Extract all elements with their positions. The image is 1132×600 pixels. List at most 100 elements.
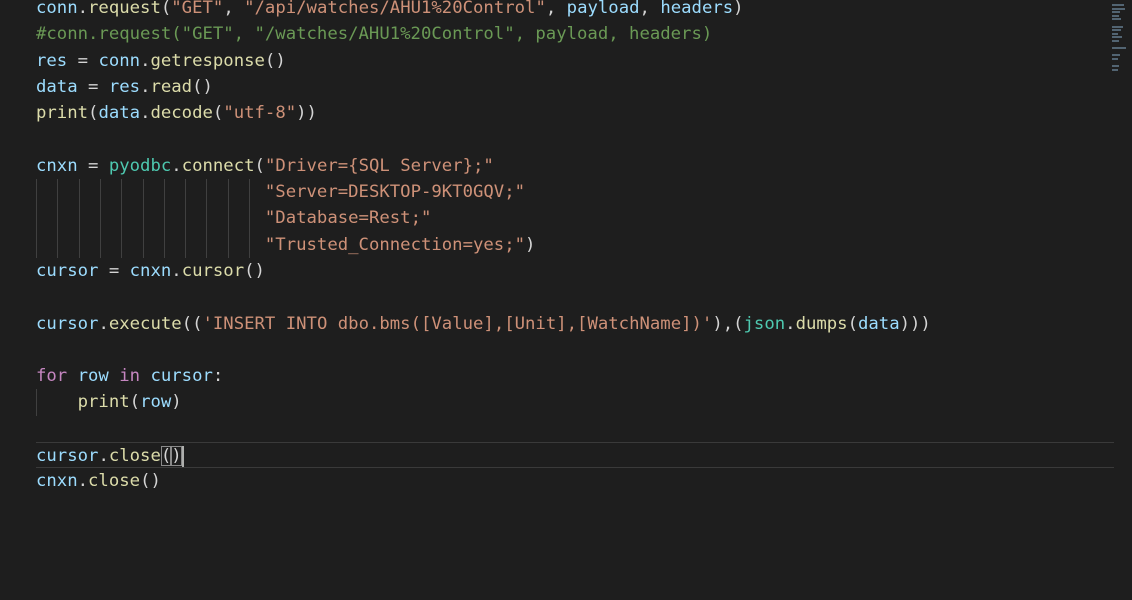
minimap-line bbox=[1112, 68, 1118, 71]
indent-guide bbox=[206, 231, 208, 258]
code-token: , bbox=[223, 0, 245, 18]
code-token: in bbox=[119, 366, 141, 387]
indent-guide bbox=[57, 205, 59, 232]
code-token: () bbox=[140, 471, 161, 492]
code-line[interactable] bbox=[36, 337, 1112, 363]
code-token: conn bbox=[98, 50, 141, 71]
code-line[interactable]: #conn.request("GET", "/watches/AHU1%20Co… bbox=[36, 21, 1112, 47]
code-token: request bbox=[88, 0, 161, 18]
code-area[interactable]: conn.request("GET", "/api/watches/AHU1%2… bbox=[36, 0, 1114, 495]
code-token: payload bbox=[566, 0, 640, 18]
indent-guide bbox=[249, 179, 250, 206]
indent-guide bbox=[249, 205, 250, 232]
code-token: ( bbox=[254, 155, 265, 176]
code-token: : bbox=[212, 366, 224, 387]
code-token: ( bbox=[160, 446, 172, 467]
code-token: row bbox=[140, 392, 172, 413]
code-token: , bbox=[639, 0, 661, 18]
indent-guide bbox=[78, 231, 80, 258]
indent-guide bbox=[227, 179, 229, 206]
minimap-line bbox=[1112, 18, 1121, 21]
code-line[interactable]: cursor = cnxn.cursor() bbox=[36, 258, 1112, 284]
code-token: "Driver={SQL Server};" bbox=[264, 155, 494, 176]
code-token: "Database=Rest;" bbox=[264, 208, 432, 229]
code-token: connect bbox=[181, 155, 255, 176]
code-line[interactable]: cursor.execute(('INSERT INTO dbo.bms([Va… bbox=[36, 311, 1112, 337]
code-line[interactable]: cnxn = pyodbc.connect("Driver={SQL Serve… bbox=[36, 153, 1112, 179]
minimap-line bbox=[1112, 4, 1124, 6]
code-token: . bbox=[77, 0, 89, 18]
code-line[interactable] bbox=[36, 284, 1112, 310]
code-token: cursor bbox=[181, 260, 245, 281]
code-token: data bbox=[98, 103, 141, 124]
minimap-line bbox=[1112, 54, 1120, 57]
code-token: . bbox=[171, 260, 182, 281]
code-token: "/api/watches/AHU1%20Control" bbox=[244, 0, 546, 18]
code-token: ) bbox=[525, 234, 536, 255]
code-editor[interactable]: conn.request("GET", "/api/watches/AHU1%2… bbox=[0, 0, 1132, 600]
code-token: ),( bbox=[712, 313, 744, 334]
code-token: ( bbox=[212, 103, 224, 124]
code-token: . bbox=[98, 446, 109, 467]
code-token: = bbox=[77, 155, 109, 176]
indent-guide bbox=[227, 205, 229, 232]
code-token: ( bbox=[160, 0, 172, 18]
code-token: (( bbox=[181, 313, 203, 334]
indent-guide bbox=[78, 205, 80, 232]
indent-guide bbox=[206, 179, 208, 206]
code-token: headers bbox=[660, 0, 734, 18]
code-token: conn bbox=[36, 0, 78, 18]
minimap-line bbox=[1112, 58, 1118, 60]
code-token: row bbox=[77, 366, 109, 387]
minimap-icon[interactable] bbox=[1112, 0, 1126, 80]
code-token: . bbox=[77, 471, 89, 492]
indent-guide bbox=[121, 179, 123, 206]
indent-guide bbox=[57, 179, 59, 206]
code-token: dumps bbox=[795, 313, 848, 334]
indent-guide bbox=[206, 205, 208, 232]
code-token: ) bbox=[171, 392, 182, 413]
indent-guide bbox=[36, 205, 37, 232]
code-token: pyodbc bbox=[108, 155, 172, 176]
code-line[interactable]: res = conn.getresponse() bbox=[36, 48, 1112, 74]
code-token: () bbox=[264, 50, 286, 71]
code-line[interactable]: "Server=DESKTOP-9KT0GQV;" bbox=[36, 179, 1112, 206]
minimap-line bbox=[1112, 29, 1121, 32]
code-token: = bbox=[98, 260, 130, 281]
code-token: "Server=DESKTOP-9KT0GQV;" bbox=[264, 182, 526, 203]
code-token: decode bbox=[150, 103, 213, 124]
minimap-line bbox=[1112, 65, 1119, 68]
code-token: res bbox=[108, 76, 141, 97]
code-token: () bbox=[192, 76, 213, 97]
code-line[interactable] bbox=[36, 416, 1112, 442]
code-token: cnxn bbox=[129, 260, 172, 281]
indent-guide bbox=[185, 205, 187, 232]
code-token: cursor bbox=[36, 260, 99, 281]
minimap-line bbox=[1112, 25, 1123, 28]
code-token: for bbox=[36, 366, 68, 387]
code-token: . bbox=[171, 155, 182, 176]
indent-guide bbox=[142, 179, 144, 206]
code-line[interactable]: cursor.close() bbox=[36, 442, 1114, 469]
code-token: cursor bbox=[150, 366, 213, 387]
minimap-line bbox=[1112, 32, 1118, 35]
code-line[interactable]: "Database=Rest;" bbox=[36, 205, 1112, 232]
code-token: cursor bbox=[36, 313, 99, 334]
code-line[interactable]: print(row) bbox=[36, 389, 1112, 416]
code-line[interactable]: "Trusted_Connection=yes;") bbox=[36, 231, 1112, 258]
code-line[interactable]: conn.request("GET", "/api/watches/AHU1%2… bbox=[36, 0, 1112, 21]
indent-guide bbox=[142, 231, 144, 258]
code-line[interactable]: cnxn.close() bbox=[36, 468, 1112, 494]
code-line[interactable]: data = res.read() bbox=[36, 74, 1112, 100]
code-line[interactable]: print(data.decode("utf-8")) bbox=[36, 100, 1112, 126]
indent-guide bbox=[99, 205, 101, 232]
indent-guide bbox=[185, 179, 187, 206]
code-token: close bbox=[108, 446, 161, 467]
code-line[interactable] bbox=[36, 126, 1112, 152]
code-token: ) bbox=[171, 446, 182, 467]
code-line[interactable]: for row in cursor: bbox=[36, 363, 1112, 389]
